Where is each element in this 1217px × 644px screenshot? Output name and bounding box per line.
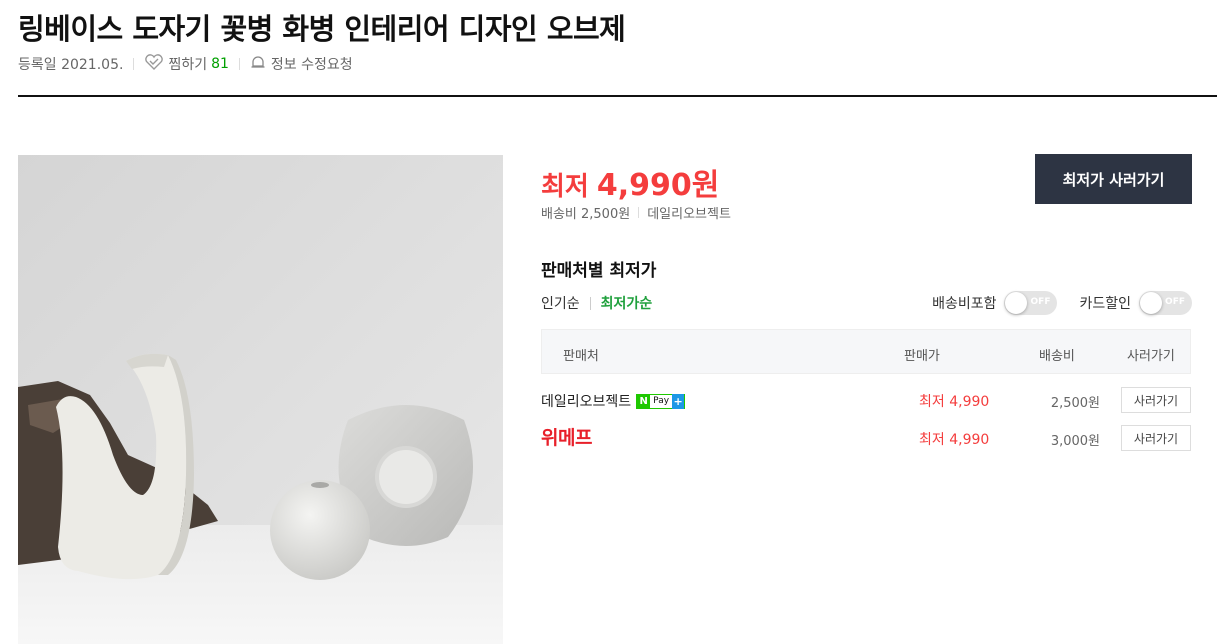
table-row: 데일리오브젝트 N Pay + 최저 4,990 2,500원 사러가기	[541, 385, 1191, 415]
lowest-price-value: 4,990원	[596, 168, 720, 203]
row-price: 최저 4,990	[919, 394, 990, 410]
column-seller: 판매처	[563, 349, 599, 364]
npay-plus-icon: +	[672, 393, 685, 409]
meta-divider	[133, 58, 135, 70]
table-row: 위메프 최저 4,990 3,000원 사러가기	[541, 423, 1191, 453]
bell-icon	[250, 55, 266, 73]
edit-request-button[interactable]: 정보 수정요청	[250, 54, 353, 74]
npay-n: N	[637, 393, 651, 409]
toggle-knob	[1140, 292, 1162, 314]
row-price: 최저 4,990	[919, 432, 990, 448]
registered-date: 등록일 2021.05.	[18, 57, 124, 73]
seller-cell: 위메프	[541, 423, 592, 450]
title-divider	[18, 95, 1217, 97]
meta-divider	[238, 58, 240, 70]
product-photo	[18, 155, 503, 644]
heart-icon	[144, 54, 164, 74]
card-discount-toggle[interactable]: OFF	[1139, 291, 1192, 315]
sort-options: 인기순 최저가순	[541, 293, 652, 313]
sort-divider	[589, 296, 591, 310]
toggle-state: OFF	[1030, 297, 1051, 307]
seller-compare-title: 판매처별 최저가	[541, 261, 657, 281]
shipping-included-toggle[interactable]: OFF	[1004, 291, 1058, 315]
edit-request-label: 정보 수정요청	[270, 57, 353, 73]
zzim-count: 81	[211, 56, 229, 72]
column-price: 판매가	[904, 349, 940, 364]
npay-pay: Pay	[653, 395, 670, 406]
lowest-seller: 데일리오브젝트	[647, 207, 731, 222]
shipping-divider	[638, 207, 640, 218]
toggle-state: OFF	[1165, 297, 1185, 307]
table-header: 판매처 판매가 배송비 사러가기	[541, 329, 1191, 374]
go-to-seller-button[interactable]: 사러가기	[1121, 425, 1191, 451]
product-title: 링베이스 도자기 꽃병 화병 인테리어 디자인 오브제	[18, 12, 626, 46]
go-to-seller-button[interactable]: 사러가기	[1121, 387, 1191, 413]
sort-lowest[interactable]: 최저가순	[601, 293, 653, 313]
toggle-knob	[1005, 292, 1028, 314]
filter-shipping-label: 배송비포함	[932, 296, 997, 312]
sort-popular[interactable]: 인기순	[541, 293, 580, 313]
lowest-price-label: 최저	[541, 172, 589, 202]
seller-logo-wemakeprice[interactable]: 위메프	[541, 423, 592, 450]
filter-toggles: 배송비포함 OFF 카드할인 OFF	[932, 290, 1192, 316]
row-shipping: 2,500원	[1050, 396, 1100, 411]
row-shipping: 3,000원	[1050, 434, 1100, 449]
seller-name[interactable]: 데일리오브젝트	[541, 391, 631, 411]
shipping-info: 배송비 2,500원 데일리오브젝트	[541, 203, 731, 222]
zzim-label: 찜하기	[168, 57, 208, 73]
shipping-fee: 배송비 2,500원	[541, 207, 631, 222]
product-meta: 등록일 2021.05. 찜하기 81 정보 수정요청	[18, 54, 353, 74]
column-shipping: 배송비	[1039, 349, 1075, 364]
zzim-button[interactable]: 찜하기 81	[144, 54, 229, 74]
lowest-price: 최저 4,990원	[541, 160, 719, 204]
naver-pay-badge: N Pay +	[636, 393, 686, 409]
buy-lowest-button[interactable]: 최저가 사러가기	[1035, 154, 1192, 204]
seller-cell: 데일리오브젝트 N Pay +	[541, 391, 686, 411]
filter-card-label: 카드할인	[1079, 296, 1131, 312]
column-action: 사러가기	[1127, 349, 1175, 364]
